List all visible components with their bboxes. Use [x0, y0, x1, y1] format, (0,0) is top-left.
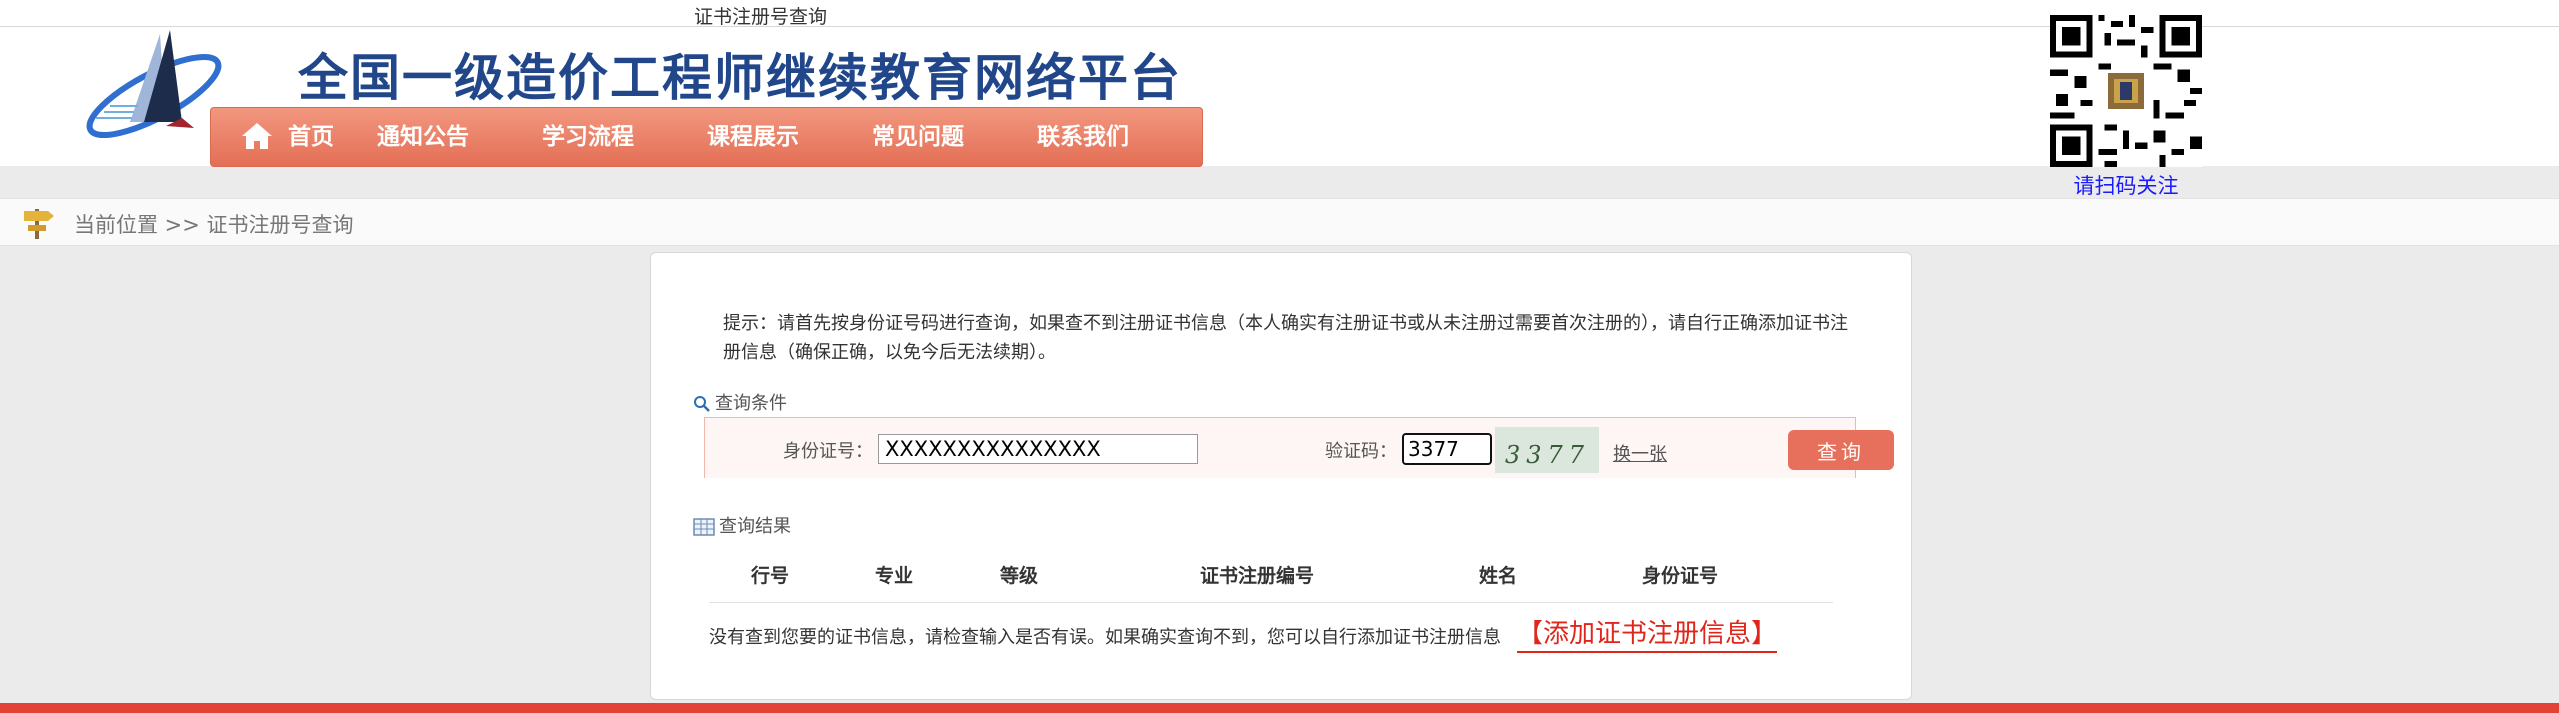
empty-result-message: 没有查到您要的证书信息，请检查输入是否有误。如果确实查询不到，您可以自行添加证书…	[709, 627, 1501, 648]
signpost-icon	[24, 209, 54, 239]
query-heading-label: 查询条件	[715, 393, 787, 414]
captcha-image[interactable]: 3377	[1495, 427, 1599, 473]
site-logo	[86, 30, 222, 138]
nav-item-faq[interactable]: 常见问题	[872, 108, 964, 166]
id-number-label: 身份证号：	[783, 441, 873, 462]
captcha-image-text: 3377	[1505, 441, 1590, 469]
result-heading-label: 查询结果	[719, 516, 791, 537]
col-header-id-number: 身份证号	[1642, 565, 1719, 587]
main-nav: 首页 通知公告 学习流程 课程展示 常见问题 联系我们	[210, 107, 1203, 167]
breadcrumb-text: 当前位置 >> 证书注册号查询	[74, 213, 354, 237]
qr-code	[2050, 15, 2202, 167]
captcha-input[interactable]	[1402, 433, 1492, 465]
id-number-input[interactable]	[878, 434, 1198, 464]
table-icon	[693, 518, 715, 536]
query-button[interactable]: 查询	[1788, 430, 1894, 470]
qr-caption: 请扫码关注	[2073, 174, 2179, 198]
footer-bar	[0, 703, 2559, 713]
result-section-heading: 查询结果	[693, 512, 791, 538]
site-title: 全国一级造价工程师继续教育网络平台	[298, 49, 1182, 107]
nav-item-notices[interactable]: 通知公告	[377, 108, 469, 166]
nav-item-courses[interactable]: 课程展示	[707, 108, 799, 166]
notice-text: 提示：请首先按身份证号码进行查询，如果查不到注册证书信息（本人确实有注册证书或从…	[723, 313, 1848, 363]
query-section-heading: 查询条件	[693, 389, 787, 415]
link-underline	[1517, 651, 1778, 653]
refresh-captcha-link[interactable]: 换一张	[1613, 440, 1667, 466]
nav-item-home[interactable]: 首页	[241, 108, 361, 166]
col-header-name: 姓名	[1479, 565, 1518, 587]
col-header-row-number: 行号	[751, 565, 790, 587]
nav-item-process[interactable]: 学习流程	[542, 108, 634, 166]
col-header-major: 专业	[875, 565, 914, 587]
nav-item-label: 首页	[288, 124, 334, 150]
breadcrumb: 当前位置 >> 证书注册号查询	[0, 198, 2559, 246]
add-certificate-link-label: 【添加证书注册信息】	[1517, 619, 1778, 649]
col-header-grade: 等级	[1000, 565, 1039, 587]
captcha-label: 验证码：	[1325, 441, 1397, 462]
add-certificate-link[interactable]: 【添加证书注册信息】	[1517, 613, 1778, 653]
home-icon	[242, 123, 272, 149]
nav-item-contact[interactable]: 联系我们	[1037, 108, 1129, 166]
browser-tab-title: 证书注册号查询	[694, 6, 828, 28]
col-header-cert-number: 证书注册编号	[1200, 565, 1315, 587]
content-panel: 提示：请首先按身份证号码进行查询，如果查不到注册证书信息（本人确实有注册证书或从…	[650, 252, 1912, 700]
divider	[709, 602, 1833, 603]
search-icon	[694, 396, 710, 412]
query-form: 身份证号： 验证码： 3377 换一张 查询	[704, 417, 1894, 478]
